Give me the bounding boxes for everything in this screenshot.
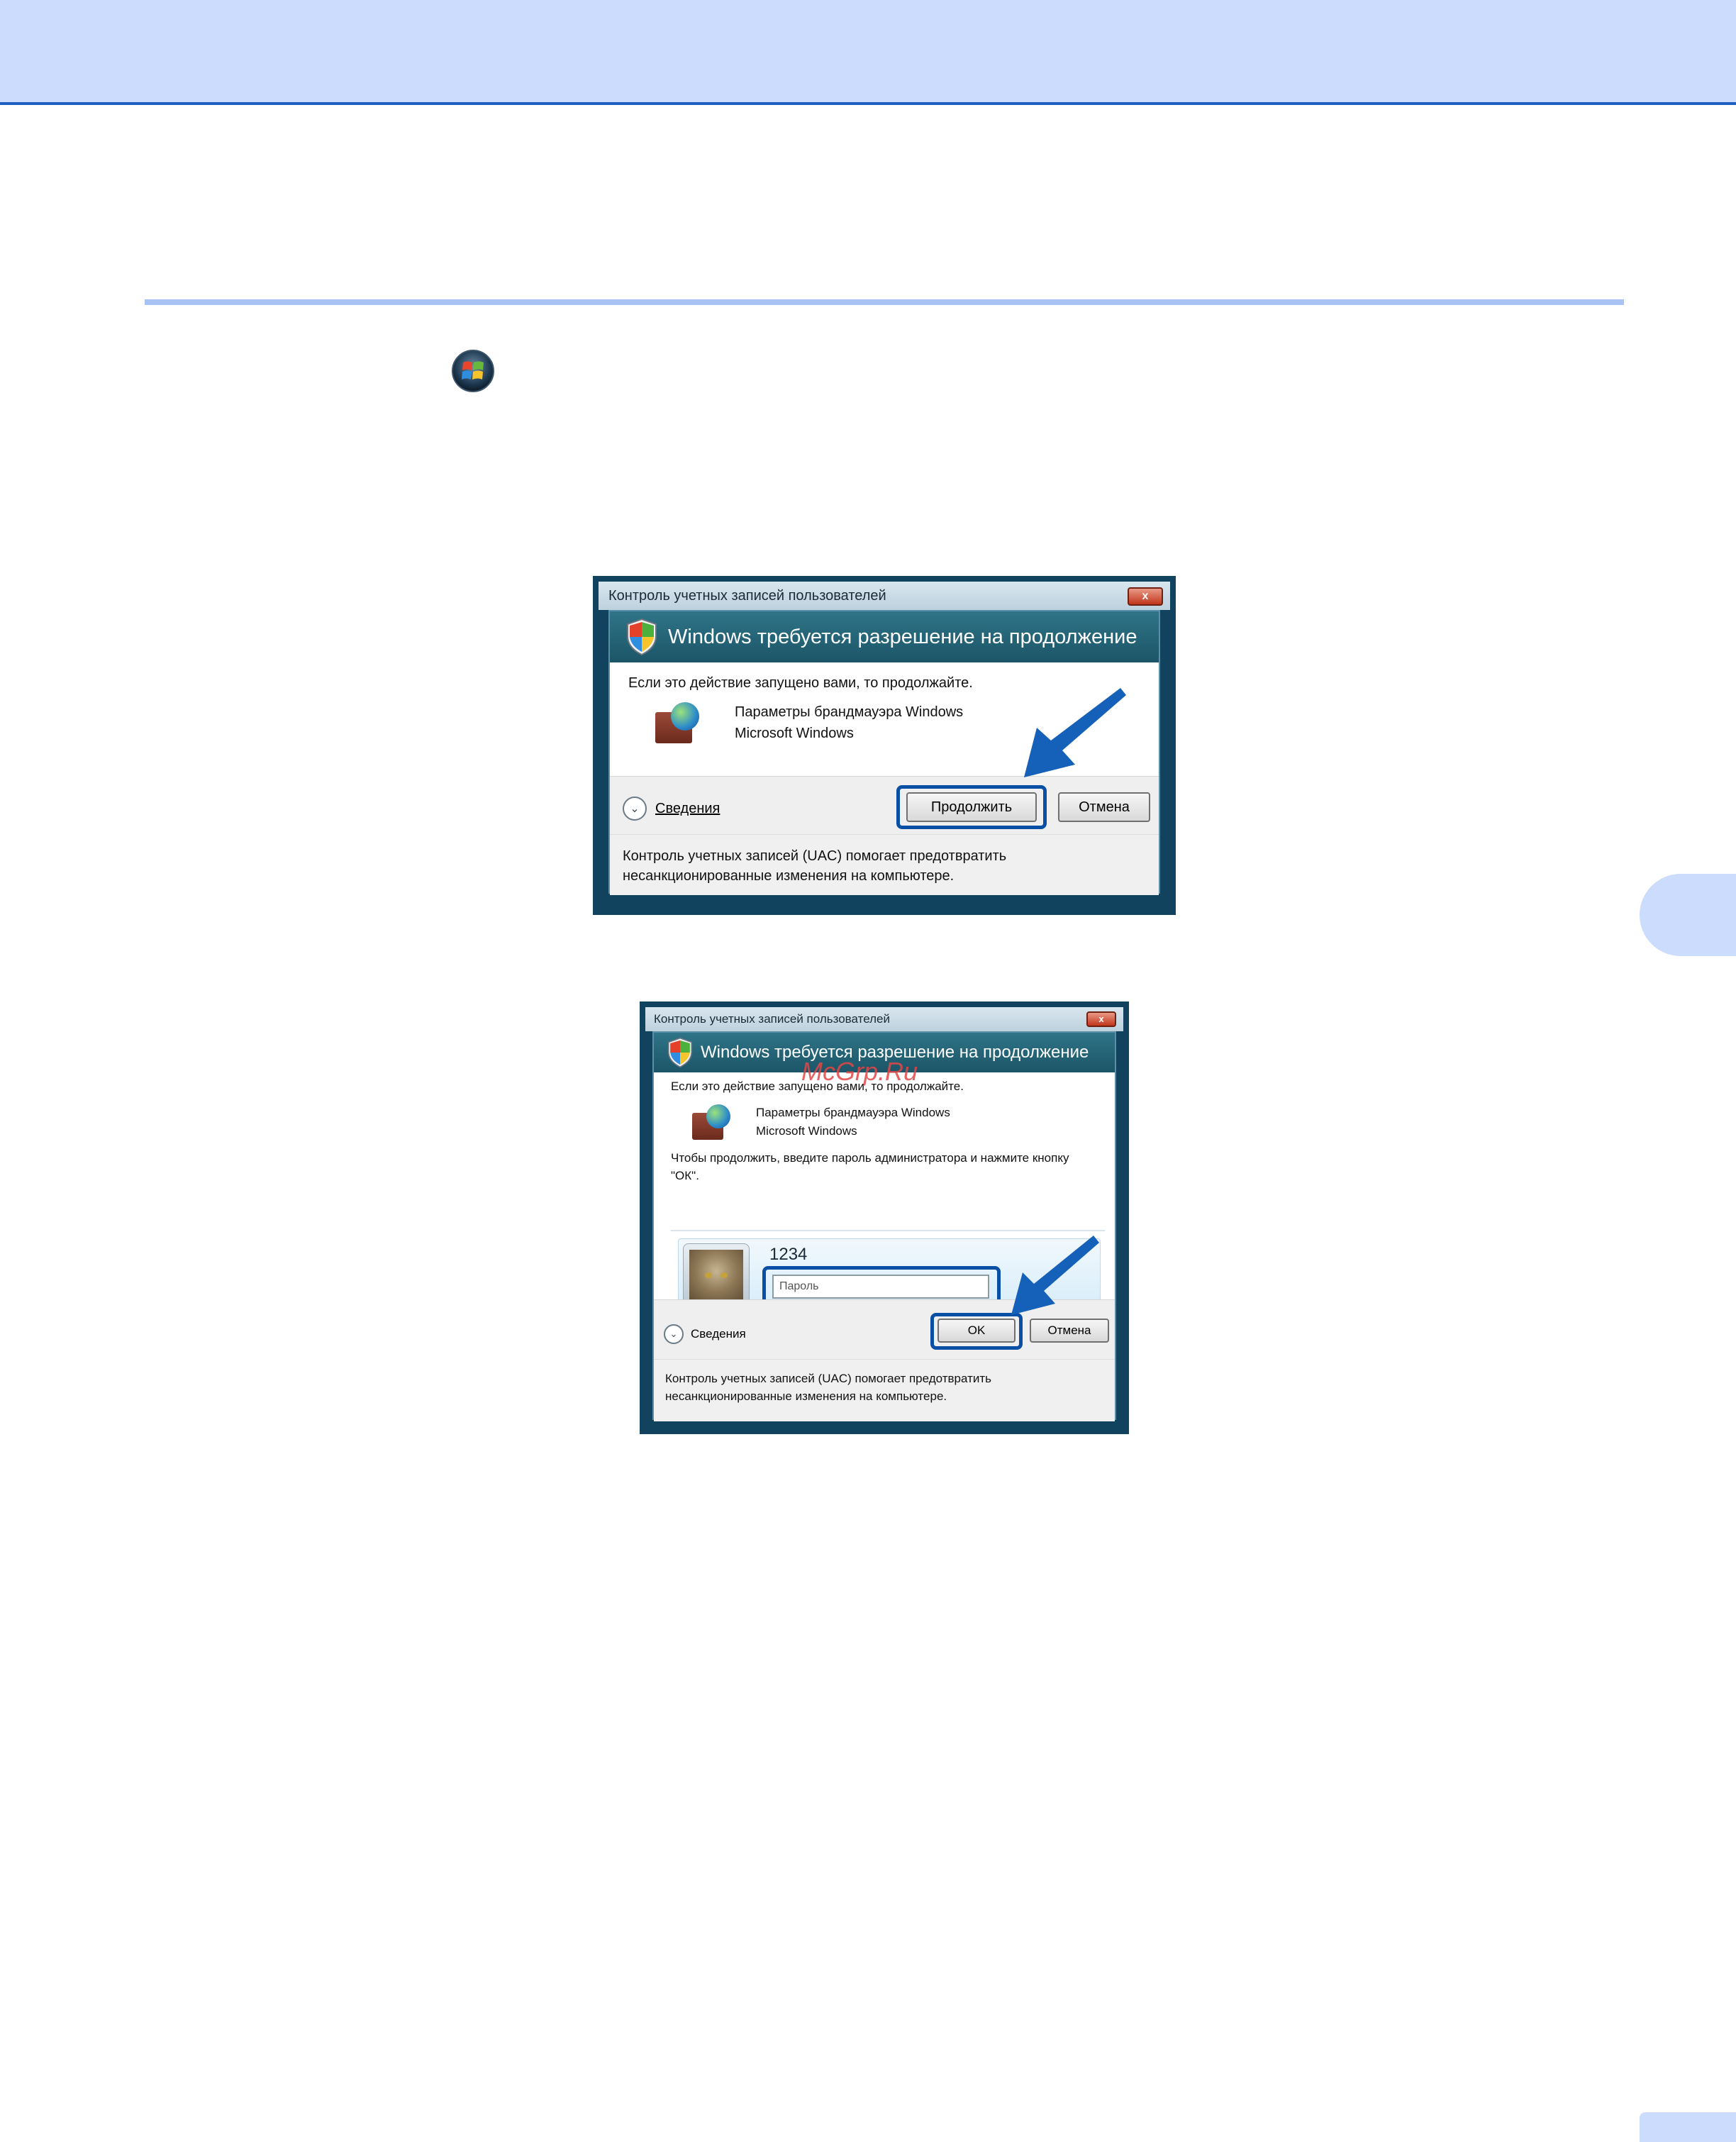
- watermark: McGrp.Ru: [801, 1057, 918, 1086]
- password-input[interactable]: Пароль: [772, 1275, 989, 1299]
- uac-shield-icon: [627, 618, 657, 656]
- section-divider: [145, 299, 1624, 305]
- chevron-down-icon: ⌄: [664, 1324, 684, 1344]
- pointer-arrow-icon: [1011, 1236, 1099, 1315]
- continue-button[interactable]: Продолжить: [906, 792, 1037, 822]
- dialog-banner-text: Windows требуется разрешение на продолже…: [668, 625, 1137, 648]
- page-header-band: [0, 0, 1736, 105]
- footnote-line2: несанкционированные изменения на компьют…: [665, 1389, 947, 1403]
- program-name: Параметры брандмауэра Windows: [756, 1106, 950, 1119]
- dialog-footnote: Контроль учетных записей (UAC) помогает …: [654, 1359, 1115, 1421]
- details-toggle[interactable]: ⌄ Сведения: [623, 797, 720, 821]
- program-info: Параметры брандмауэра Windows Microsoft …: [671, 1104, 1115, 1141]
- account-username: 1234: [769, 1245, 808, 1264]
- uac-shield-icon: [667, 1037, 693, 1068]
- chevron-down-icon: ⌄: [623, 797, 647, 821]
- ok-button[interactable]: OK: [937, 1319, 1016, 1343]
- cancel-button[interactable]: Отмена: [1030, 1319, 1109, 1343]
- dialog-footnote: Контроль учетных записей (UAC) помогает …: [610, 834, 1159, 895]
- dialog-banner: Windows требуется разрешение на продолже…: [610, 611, 1159, 662]
- firewall-icon: [692, 1104, 732, 1140]
- details-label: Сведения: [655, 800, 720, 816]
- chapter-tab: [1640, 874, 1736, 956]
- password-instruction: Чтобы продолжить, введите пароль админис…: [671, 1151, 1069, 1182]
- firewall-icon: [655, 702, 702, 743]
- dialog-title: Контроль учетных записей пользователей: [608, 588, 886, 604]
- program-publisher: Microsoft Windows: [756, 1124, 857, 1138]
- windows-start-orb-icon: [452, 350, 494, 392]
- footnote-line1: Контроль учетных записей (UAC) помогает …: [665, 1372, 991, 1385]
- dialog-titlebar: Контроль учетных записей пользователей x: [645, 1007, 1123, 1031]
- footnote-line2: несанкционированные изменения на компьют…: [623, 868, 955, 884]
- pointer-arrow-icon: [1024, 688, 1126, 777]
- close-icon[interactable]: x: [1128, 587, 1163, 606]
- details-toggle[interactable]: ⌄ Сведения: [664, 1324, 746, 1344]
- cancel-button[interactable]: Отмена: [1058, 792, 1150, 822]
- footnote-line1: Контроль учетных записей (UAC) помогает …: [623, 848, 1007, 864]
- page-number-tab: [1640, 2112, 1736, 2142]
- program-publisher: Microsoft Windows: [735, 726, 854, 741]
- program-name: Параметры брандмауэра Windows: [735, 704, 964, 720]
- dialog-button-bar: ⌄ Сведения Продолжить Отмена: [610, 776, 1159, 834]
- close-icon[interactable]: x: [1086, 1011, 1116, 1027]
- details-label: Сведения: [691, 1327, 746, 1341]
- cat-picture: [689, 1250, 743, 1304]
- dialog-title: Контроль учетных записей пользователей: [654, 1012, 890, 1026]
- dialog-content: Windows требуется разрешение на продолже…: [652, 1031, 1116, 1421]
- dialog-titlebar: Контроль учетных записей пользователей x: [599, 582, 1170, 610]
